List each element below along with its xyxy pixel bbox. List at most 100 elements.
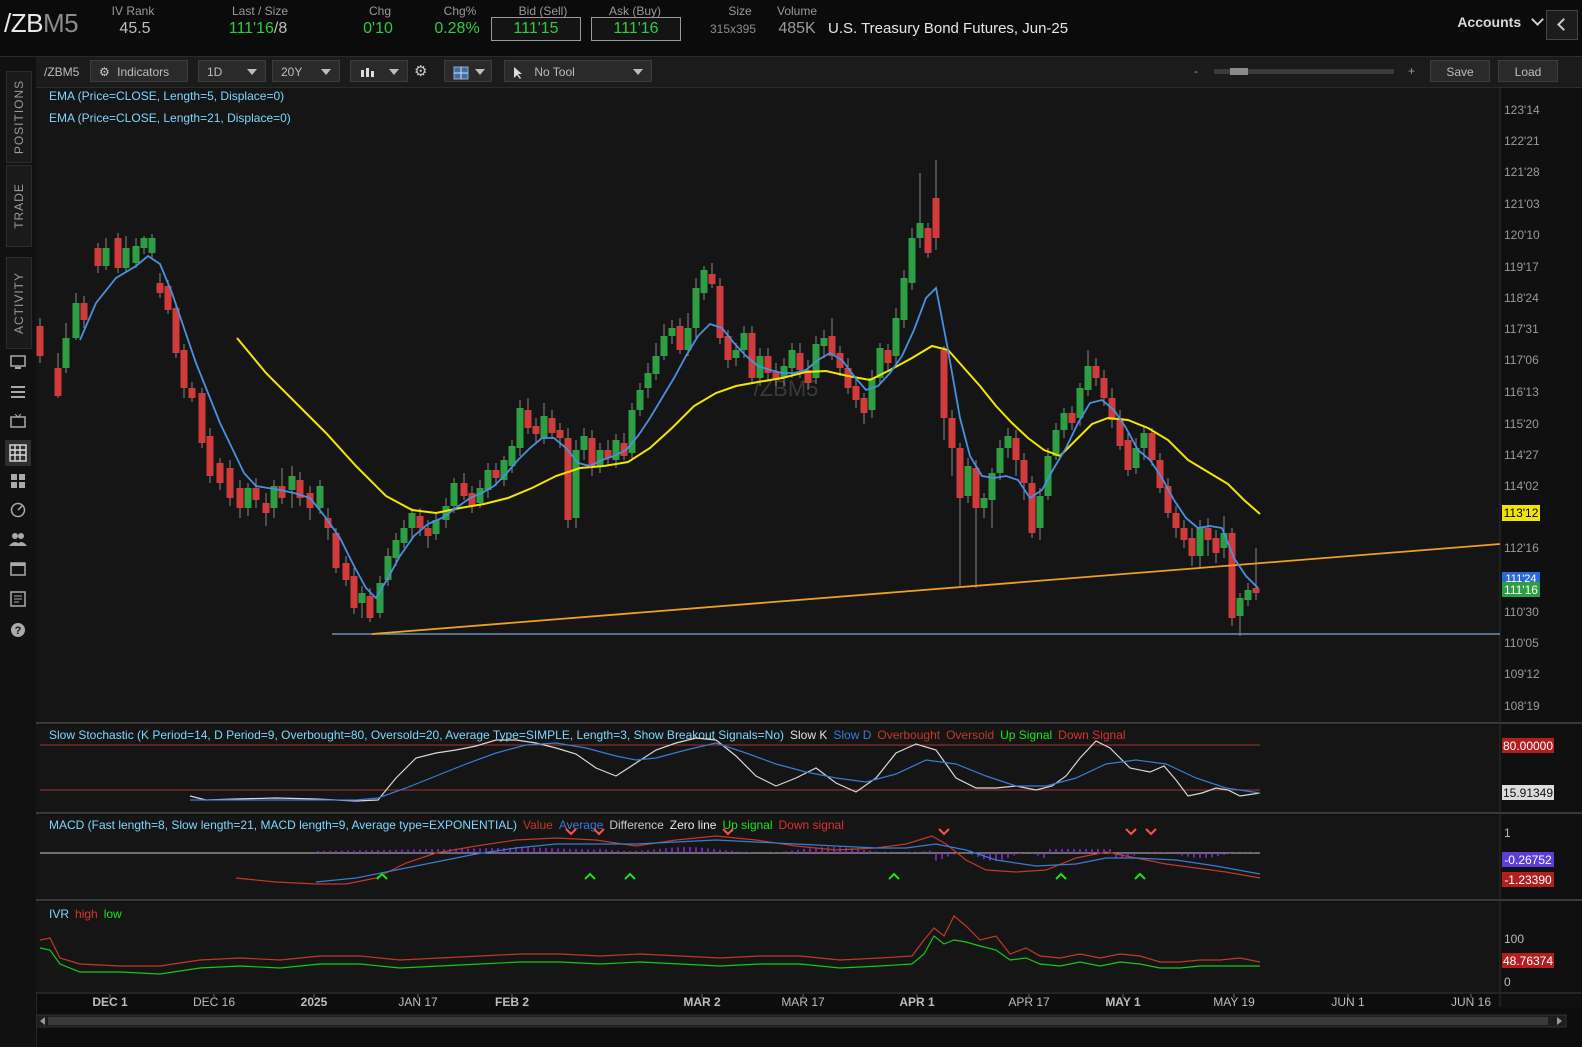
candle-up (1196, 528, 1204, 556)
candle-down (468, 493, 476, 506)
ivr-legend: IVR high low (49, 907, 122, 921)
price-tick: 116'13 (1504, 385, 1539, 399)
candle-up (132, 246, 140, 263)
chevron-down-icon (633, 69, 643, 75)
macd-legend-item: Difference (609, 818, 664, 832)
candle-down (1100, 378, 1108, 398)
gear-icon: ⚙ (99, 65, 110, 79)
candle-up (788, 350, 796, 368)
candle-up (644, 373, 652, 388)
tab-activity[interactable]: ACTIVITY (6, 257, 32, 349)
drawing-style-select[interactable] (444, 60, 492, 82)
candle-down (278, 486, 286, 498)
candle-up (996, 448, 1004, 473)
zoom-slider-handle[interactable] (1230, 68, 1248, 75)
gauge-icon[interactable] (9, 502, 27, 520)
accounts-menu[interactable]: Accounts (1457, 13, 1544, 30)
price-tick: 121'03 (1504, 197, 1540, 211)
price-tick: 112'16 (1504, 541, 1539, 555)
candle-up (244, 488, 252, 508)
candle-up (668, 328, 676, 336)
price-tick: 117'31 (1504, 322, 1539, 336)
range-select[interactable]: 20Y (272, 60, 340, 82)
indicators-button[interactable]: ⚙ Indicators (90, 60, 188, 82)
candle-up (450, 483, 458, 506)
drawing-tool-select[interactable]: No Tool (504, 60, 652, 82)
candle-up (820, 338, 828, 346)
candle-down (940, 350, 948, 418)
symbol-display[interactable]: /ZBM5 (4, 8, 79, 39)
period-select[interactable]: 1D (198, 60, 266, 82)
load-button[interactable]: Load (1498, 60, 1558, 82)
candle-down (708, 274, 716, 284)
stochastic-legend-item: Slow D (833, 728, 871, 742)
people-icon[interactable] (9, 531, 27, 549)
monitor-icon[interactable] (9, 354, 27, 372)
tab-trade[interactable]: TRADE (6, 165, 32, 247)
macd-average-tag-text: -0.26752 (1504, 853, 1552, 867)
candle-down (342, 563, 350, 580)
tab-activity-label: ACTIVITY (12, 271, 27, 335)
chart-area[interactable]: /ZBM5 EMA (Price=CLOSE, Length=5, Displa… (36, 88, 1582, 1047)
zoom-out-button[interactable]: - (1194, 64, 1198, 78)
price-tick: 120'10 (1504, 228, 1540, 242)
bid-button[interactable]: 111'15 (491, 17, 581, 41)
stoch-value-tag-text: 15.91349 (1503, 786, 1553, 800)
zoom-in-button[interactable]: + (1408, 64, 1415, 78)
stoch-overbought-tag-text: 80.00000 (1503, 739, 1553, 753)
candle-up (72, 303, 80, 338)
candle-down (852, 386, 860, 400)
chg-label: Chg (368, 4, 391, 18)
volume-label: Volume (776, 4, 818, 18)
price-tick: 119'17 (1504, 260, 1539, 274)
help-icon[interactable]: ? (9, 622, 27, 640)
zoom-slider[interactable] (1214, 68, 1394, 75)
candle-down (884, 350, 892, 363)
candle-up (1004, 436, 1012, 448)
list-icon[interactable] (9, 384, 27, 402)
chart-icon[interactable] (5, 440, 31, 466)
save-button[interactable]: Save (1430, 60, 1490, 82)
candle-down (350, 576, 358, 608)
collapse-button[interactable] (1546, 10, 1578, 40)
price-tick: 121'28 (1504, 165, 1540, 179)
chgpct-value: 0.28% (434, 20, 480, 37)
candle-up (62, 338, 70, 368)
ask-button[interactable]: 111'16 (591, 17, 681, 41)
price-panel[interactable] (36, 88, 1500, 722)
accounts-label: Accounts (1457, 14, 1522, 30)
candle-up (1244, 590, 1252, 600)
ivr-panel[interactable] (36, 902, 1500, 992)
calendar-icon[interactable] (9, 560, 27, 578)
news-icon[interactable] (9, 591, 27, 609)
candle-up (980, 498, 988, 508)
candle-up (1036, 496, 1044, 528)
tab-positions[interactable]: POSITIONS (6, 71, 32, 163)
candle-up (316, 486, 324, 508)
candle-up (540, 416, 548, 438)
candle-down (424, 528, 432, 536)
settings-gear-icon[interactable]: ⚙ (414, 63, 432, 81)
tv-icon[interactable] (9, 413, 27, 431)
candle-down (252, 488, 260, 500)
candle-up (148, 238, 156, 253)
candle-down (206, 436, 214, 476)
scrollbar-thumb[interactable] (48, 1017, 1548, 1025)
toolbar-symbol: /ZBM5 (44, 65, 80, 79)
candle-up (392, 540, 400, 558)
candle-down (1092, 366, 1100, 378)
price-tick: 122'21 (1504, 134, 1540, 148)
candle-down (556, 430, 564, 438)
drawing-tool-value: No Tool (534, 65, 575, 79)
chevron-down-icon (247, 69, 257, 75)
chevron-down-icon (321, 69, 331, 75)
candle-down (748, 333, 756, 378)
ivr-axis-100: 100 (1504, 932, 1524, 946)
candle-down (1148, 433, 1156, 460)
chart-style-select[interactable] (350, 60, 408, 82)
candle-down (948, 418, 956, 448)
grid-icon[interactable] (9, 473, 27, 491)
price-tick: 109'12 (1504, 667, 1540, 681)
candle-down (932, 198, 940, 238)
candle-up (122, 248, 130, 268)
